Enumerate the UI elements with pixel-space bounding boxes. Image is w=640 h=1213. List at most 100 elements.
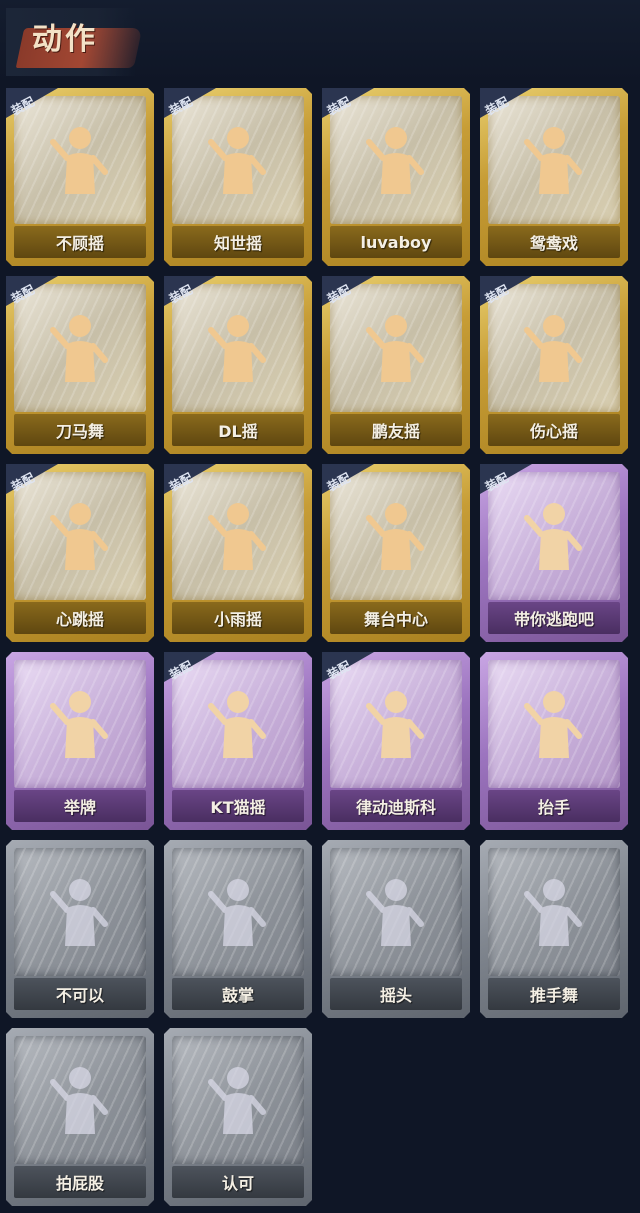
action-card[interactable]: 鸳鸯戏 装配 [480, 88, 628, 266]
card-label-bar: 鼓掌 [172, 978, 304, 1010]
action-card[interactable]: 伤心摇 装配 [480, 276, 628, 454]
action-name: 小雨摇 [213, 610, 262, 629]
action-name: luvaboy [360, 232, 432, 252]
card-artwork [14, 1036, 146, 1164]
card-artwork [172, 848, 304, 976]
card-artwork [14, 472, 146, 600]
action-name: 舞台中心 [363, 610, 428, 629]
action-card[interactable]: 心跳摇 装配 [6, 464, 154, 642]
card-label-bar: 舞台中心 [330, 602, 462, 634]
action-card[interactable]: 摇头 [322, 840, 470, 1018]
card-artwork [14, 660, 146, 788]
dance-fist-icon [45, 308, 115, 388]
dance-sway-icon [519, 120, 589, 200]
action-card[interactable]: 刀马舞 装配 [6, 276, 154, 454]
card-artwork [488, 660, 620, 788]
action-card[interactable]: 带你逃跑吧 装配 [480, 464, 628, 642]
action-card[interactable]: 律动迪斯科 装配 [322, 652, 470, 830]
hold-sign-icon [45, 684, 115, 764]
finger-no-icon [45, 872, 115, 952]
action-card[interactable]: DL摇 装配 [164, 276, 312, 454]
action-card[interactable]: KT猫摇 装配 [164, 652, 312, 830]
action-card[interactable]: 鹏友摇 装配 [322, 276, 470, 454]
card-artwork [330, 284, 462, 412]
action-card[interactable]: 知世摇 装配 [164, 88, 312, 266]
dance-arm-up-icon [203, 308, 273, 388]
action-name: KT猫摇 [210, 798, 266, 817]
pat-butt-icon [45, 1060, 115, 1140]
dance-cat-icon [203, 684, 273, 764]
card-label-bar: 伤心摇 [488, 414, 620, 446]
card-label-bar: 拍屁股 [14, 1166, 146, 1198]
action-card[interactable]: 鼓掌 [164, 840, 312, 1018]
card-artwork [330, 848, 462, 976]
card-label-bar: luvaboy [330, 226, 462, 258]
dance-escape-icon [519, 496, 589, 576]
action-name: 摇头 [379, 986, 412, 1005]
action-card[interactable]: 不可以 [6, 840, 154, 1018]
card-artwork [488, 848, 620, 976]
action-name: 拍屁股 [55, 1174, 104, 1193]
card-artwork [172, 96, 304, 224]
card-label-bar: KT猫摇 [172, 790, 304, 822]
card-label-bar: 刀马舞 [14, 414, 146, 446]
action-name: 刀马舞 [55, 422, 104, 441]
card-artwork [172, 1036, 304, 1164]
action-card[interactable]: 举牌 [6, 652, 154, 830]
raise-hand-icon [519, 684, 589, 764]
dance-disco-icon [361, 684, 431, 764]
action-name: 带你逃跑吧 [513, 610, 594, 629]
card-label-bar: 不可以 [14, 978, 146, 1010]
action-card[interactable]: 认可 [164, 1028, 312, 1206]
action-name: DL摇 [218, 422, 258, 441]
card-label-bar: 鸳鸯戏 [488, 226, 620, 258]
clap-icon [203, 872, 273, 952]
action-card[interactable]: luvaboy 装配 [322, 88, 470, 266]
shake-head-icon [361, 872, 431, 952]
card-label-bar: 小雨摇 [172, 602, 304, 634]
action-card[interactable]: 小雨摇 装配 [164, 464, 312, 642]
action-name: 不可以 [55, 986, 104, 1005]
card-artwork [488, 284, 620, 412]
action-card[interactable]: 抬手 [480, 652, 628, 830]
action-name: 鹏友摇 [371, 422, 420, 441]
card-artwork [330, 660, 462, 788]
header: 动作 [0, 0, 640, 82]
action-name: 伤心摇 [529, 422, 578, 441]
card-label-bar: DL摇 [172, 414, 304, 446]
card-label-bar: 举牌 [14, 790, 146, 822]
action-name: 抬手 [537, 798, 570, 817]
action-card[interactable]: 推手舞 [480, 840, 628, 1018]
card-artwork [172, 660, 304, 788]
card-label-bar: 鹏友摇 [330, 414, 462, 446]
card-artwork [330, 472, 462, 600]
action-card[interactable]: 不顾摇 装配 [6, 88, 154, 266]
card-label-bar: 抬手 [488, 790, 620, 822]
card-artwork [14, 848, 146, 976]
card-artwork [172, 472, 304, 600]
card-artwork [488, 96, 620, 224]
action-card[interactable]: 拍屁股 [6, 1028, 154, 1206]
card-artwork [172, 284, 304, 412]
push-hands-icon [519, 872, 589, 952]
dance-wave-icon [203, 496, 273, 576]
dance-hand-head-icon [45, 496, 115, 576]
dance-point-side-icon [361, 308, 431, 388]
card-label-bar: 知世摇 [172, 226, 304, 258]
action-name: 鸳鸯戏 [529, 234, 578, 253]
card-artwork [14, 96, 146, 224]
card-artwork [488, 472, 620, 600]
dance-crossed-arms-icon [361, 120, 431, 200]
action-name: 律动迪斯科 [355, 798, 436, 817]
action-name: 不顾摇 [55, 234, 104, 253]
action-name: 知世摇 [213, 234, 262, 253]
action-name: 推手舞 [529, 986, 578, 1005]
action-card[interactable]: 舞台中心 装配 [322, 464, 470, 642]
card-label-bar: 不顾摇 [14, 226, 146, 258]
dance-heart-hands-icon [519, 308, 589, 388]
card-label-bar: 摇头 [330, 978, 462, 1010]
card-label-bar: 律动迪斯科 [330, 790, 462, 822]
action-name: 认可 [221, 1174, 254, 1193]
action-name: 心跳摇 [55, 610, 104, 629]
action-name: 鼓掌 [221, 986, 254, 1005]
